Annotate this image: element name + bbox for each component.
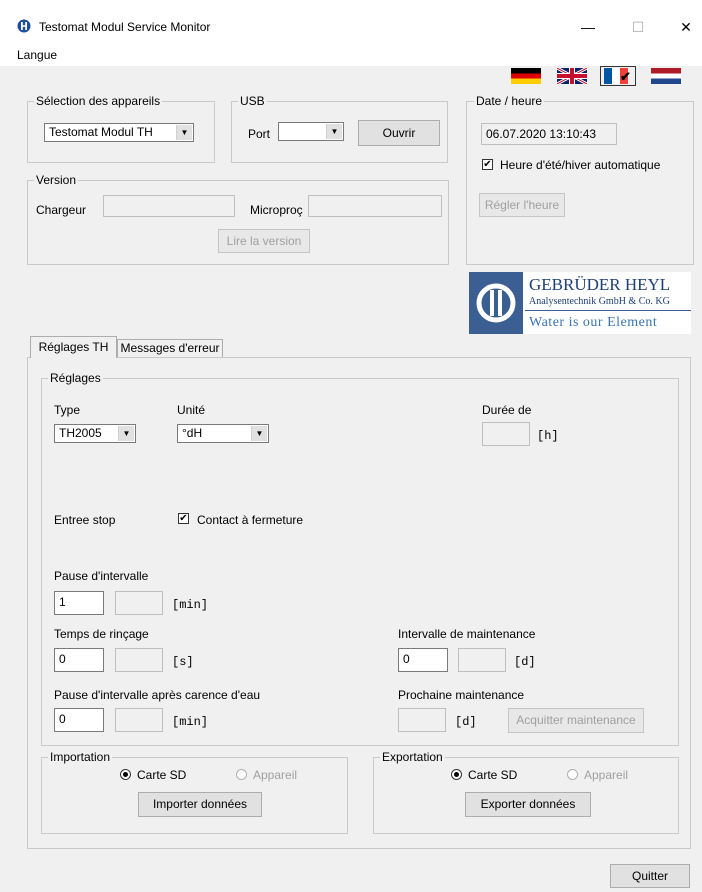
pause-after-water-shortage-label: Pause d'intervalle après carence d'eau bbox=[54, 688, 261, 702]
acknowledge-maintenance-button[interactable]: Acquitter maintenance bbox=[508, 708, 644, 733]
chevron-down-icon: ▼ bbox=[176, 125, 192, 140]
export-device-radio[interactable] bbox=[567, 769, 578, 780]
pause-interval-unit: [min] bbox=[172, 598, 209, 612]
flag-uk-icon[interactable] bbox=[557, 68, 587, 84]
export-sd-radio[interactable] bbox=[451, 769, 462, 780]
device-selection-legend: Sélection des appareils bbox=[34, 94, 163, 108]
pause-after-water-shortage-readout bbox=[115, 708, 163, 732]
pause-interval-input[interactable]: 1 bbox=[54, 591, 104, 615]
export-device-label: Appareil bbox=[584, 768, 629, 782]
next-maintenance-unit: [d] bbox=[455, 715, 477, 729]
duration-field bbox=[482, 422, 530, 446]
flag-france-selected[interactable]: ✔ bbox=[600, 66, 636, 86]
import-sd-radio[interactable] bbox=[120, 769, 131, 780]
unit-select-value: °dH bbox=[182, 426, 203, 440]
chevron-down-icon: ▼ bbox=[118, 426, 134, 441]
datetime-field: 06.07.2020 13:10:43 bbox=[481, 123, 617, 145]
port-select[interactable]: ▼ bbox=[278, 122, 344, 141]
unit-label: Unité bbox=[177, 403, 206, 417]
read-version-button[interactable]: Lire la version bbox=[218, 229, 310, 253]
window-title: Testomat Modul Service Monitor bbox=[39, 20, 211, 34]
maintenance-interval-label: Intervalle de maintenance bbox=[398, 627, 536, 641]
menu-bar bbox=[0, 44, 702, 66]
import-device-radio[interactable] bbox=[236, 769, 247, 780]
flag-netherlands-icon[interactable] bbox=[651, 68, 681, 84]
device-select[interactable]: Testomat Modul TH ▼ bbox=[44, 123, 194, 142]
import-sd-label: Carte SD bbox=[137, 768, 187, 782]
heyl-logo-icon bbox=[469, 272, 523, 334]
next-maintenance-field bbox=[398, 708, 446, 732]
loader-field bbox=[103, 195, 235, 217]
pause-interval-readout bbox=[115, 591, 163, 615]
pause-interval-label: Pause d'intervalle bbox=[54, 569, 149, 583]
maintenance-interval-readout bbox=[458, 648, 506, 672]
dst-label: Heure d'été/hiver automatique bbox=[500, 158, 661, 172]
loader-label: Chargeur bbox=[36, 203, 87, 217]
microproc-label: Microproç bbox=[250, 203, 303, 217]
quit-button[interactable]: Quitter bbox=[610, 864, 690, 888]
checkmark-icon: ✔ bbox=[620, 69, 631, 84]
open-button[interactable]: Ouvrir bbox=[358, 120, 440, 146]
chevron-down-icon: ▼ bbox=[251, 426, 267, 441]
device-select-value: Testomat Modul TH bbox=[49, 125, 153, 139]
type-select[interactable]: TH2005 ▼ bbox=[54, 424, 136, 443]
import-device-label: Appareil bbox=[253, 768, 298, 782]
tab-error-messages[interactable]: Messages d'erreur bbox=[117, 339, 223, 357]
rinse-time-input[interactable]: 0 bbox=[54, 648, 104, 672]
maintenance-interval-unit: [d] bbox=[514, 655, 536, 669]
heyl-mark-icon bbox=[476, 283, 516, 323]
rinse-time-label: Temps de rinçage bbox=[54, 627, 149, 641]
logo-name: GEBRÜDER HEYL bbox=[529, 275, 671, 294]
rinse-time-unit: [s] bbox=[172, 655, 194, 669]
set-time-button[interactable]: Régler l'heure bbox=[479, 193, 565, 217]
minimize-button[interactable]: — bbox=[566, 12, 610, 42]
maximize-button[interactable]: ☐ bbox=[616, 12, 660, 42]
maintenance-interval-input[interactable]: 0 bbox=[398, 648, 448, 672]
app-logo-icon bbox=[17, 19, 31, 33]
export-sd-label: Carte SD bbox=[468, 768, 518, 782]
version-legend: Version bbox=[34, 173, 79, 187]
menu-langue[interactable]: Langue bbox=[17, 48, 57, 62]
stop-input-label: Entree stop bbox=[54, 513, 116, 527]
unit-select[interactable]: °dH ▼ bbox=[177, 424, 269, 443]
type-select-value: TH2005 bbox=[59, 426, 102, 440]
import-legend: Importation bbox=[48, 750, 113, 764]
type-label: Type bbox=[54, 403, 81, 417]
settings-legend: Réglages bbox=[48, 371, 103, 385]
chevron-down-icon: ▼ bbox=[326, 124, 342, 139]
port-label: Port bbox=[248, 127, 271, 141]
logo-sub: Analysentechnik GmbH & Co. KG bbox=[529, 296, 670, 307]
pause-after-water-shortage-unit: [min] bbox=[172, 715, 209, 729]
duration-label: Durée de bbox=[482, 403, 532, 417]
usb-legend: USB bbox=[238, 94, 267, 108]
close-button[interactable]: ✕ bbox=[664, 12, 702, 42]
pause-after-water-shortage-input[interactable]: 0 bbox=[54, 708, 104, 732]
flag-germany-icon[interactable] bbox=[511, 68, 541, 84]
tab-settings-th[interactable]: Réglages TH bbox=[30, 336, 117, 358]
import-data-button[interactable]: Importer données bbox=[138, 792, 262, 817]
datetime-legend: Date / heure bbox=[474, 94, 545, 108]
company-logo: GEBRÜDER HEYL Analysentechnik GmbH & Co.… bbox=[469, 272, 691, 334]
logo-divider bbox=[525, 310, 691, 311]
dst-checkbox[interactable]: ✔ bbox=[482, 159, 493, 170]
rinse-time-readout bbox=[115, 648, 163, 672]
export-data-button[interactable]: Exporter données bbox=[465, 792, 591, 817]
microproc-field bbox=[308, 195, 442, 217]
next-maintenance-label: Prochaine maintenance bbox=[398, 688, 525, 702]
duration-unit: [h] bbox=[537, 429, 559, 443]
contact-checkbox[interactable]: ✔ bbox=[178, 513, 189, 524]
export-legend: Exportation bbox=[380, 750, 445, 764]
contact-label: Contact à fermeture bbox=[197, 513, 304, 527]
logo-slogan: Water is our Element bbox=[529, 315, 658, 330]
